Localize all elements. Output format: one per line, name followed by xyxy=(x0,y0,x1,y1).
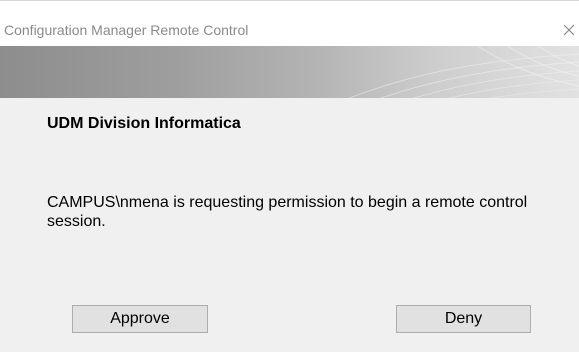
title-bar[interactable]: Configuration Manager Remote Control xyxy=(0,0,579,46)
header-banner xyxy=(0,46,579,98)
remote-control-dialog: Configuration Manager Remote Control UDM… xyxy=(0,0,579,352)
dialog-content: UDM Division Informatica CAMPUS\nmena is… xyxy=(0,98,579,352)
organization-name: UDM Division Informatica xyxy=(47,115,241,132)
window-title: Configuration Manager Remote Control xyxy=(4,22,249,38)
approve-button[interactable]: Approve xyxy=(72,305,208,333)
close-button[interactable] xyxy=(557,15,579,43)
deny-button[interactable]: Deny xyxy=(396,305,531,333)
close-icon xyxy=(563,24,575,36)
permission-message: CAMPUS\nmena is requesting permission to… xyxy=(47,194,528,230)
banner-swoosh-graphic xyxy=(348,46,579,98)
